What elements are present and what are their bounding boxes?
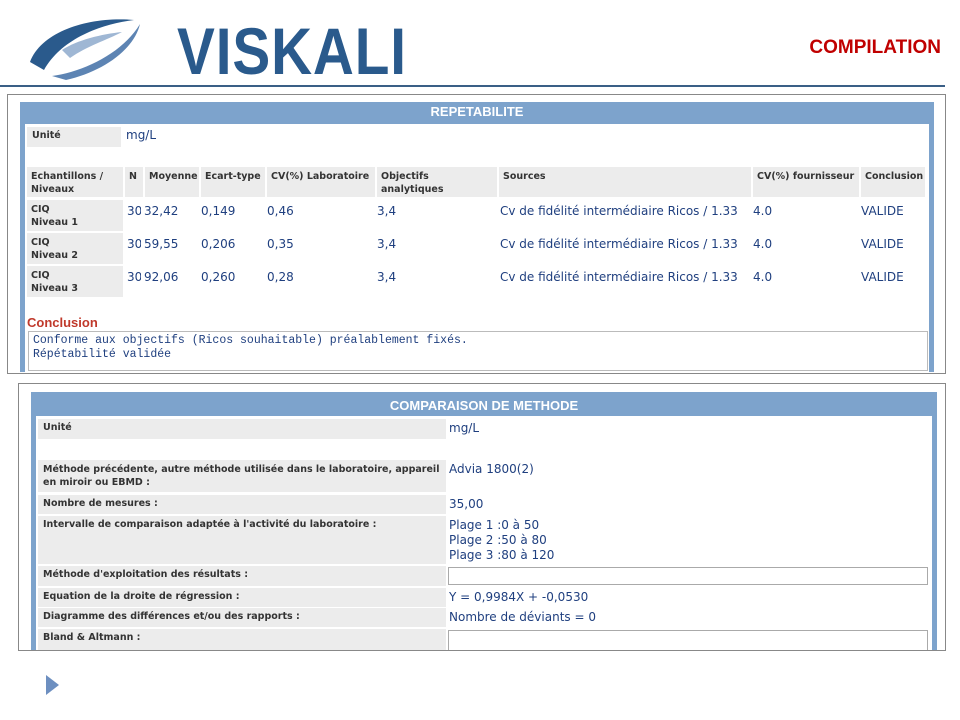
next-slide-arrow-icon[interactable] — [46, 675, 59, 695]
bland-altmann-field[interactable] — [448, 630, 928, 650]
unit-value: mg/L — [446, 419, 926, 439]
row-sd: 0,260 — [198, 268, 264, 292]
row-mean: 92,06 — [141, 268, 199, 292]
unit-label: Unité — [27, 127, 121, 147]
row-source: Cv de fidélité intermédiaire Ricos / 1.3… — [497, 268, 753, 292]
bland-altmann-label: Bland & Altmann : — [38, 629, 446, 650]
row-cv-lab: 0,28 — [264, 268, 372, 292]
row-source: Cv de fidélité intermédiaire Ricos / 1.3… — [497, 202, 753, 226]
header-divider — [0, 85, 945, 87]
conclusion-label: Conclusion — [27, 315, 98, 330]
col-header-cv-supplier: CV(%) fournisseur — [753, 167, 859, 197]
row-objective: 3,4 — [374, 202, 494, 226]
row-conclusion: VALIDE — [858, 202, 922, 226]
col-header-sources: Sources — [499, 167, 751, 197]
col-header-samples: Echantillons / Niveaux — [27, 167, 123, 197]
interval-range: Plage 2 :50 à 80 — [449, 533, 547, 547]
col-header-cv-lab: CV(%) Laboratoire — [267, 167, 375, 197]
differences-diagram-value: Nombre de déviants = 0 — [446, 608, 926, 627]
conclusion-line: Conforme aux objectifs (Ricos souhaitabl… — [33, 334, 468, 347]
row-mean: 32,42 — [141, 202, 199, 226]
comparison-interval-label: Intervalle de comparaison adaptée à l'ac… — [38, 516, 446, 564]
row-conclusion: VALIDE — [858, 235, 922, 259]
comparison-interval-value: Plage 1 :0 à 50 Plage 2 :50 à 80 Plage 3… — [446, 516, 926, 564]
col-header-n: N — [125, 167, 143, 197]
exploitation-method-label: Méthode d'exploitation des résultats : — [38, 566, 446, 586]
row-cv-supplier: 4.0 — [750, 202, 856, 226]
regression-equation-label: Equation de la droite de régression : — [38, 588, 446, 607]
row-sample-cell: CIQ Niveau 1 — [27, 200, 123, 231]
interval-range: Plage 3 :80 à 120 — [449, 548, 555, 562]
row-cv-supplier: 4.0 — [750, 268, 856, 292]
interval-range: Plage 1 :0 à 50 — [449, 518, 540, 532]
repetabilite-panel: REPETABILITE Unité mg/L Echantillons / N… — [7, 94, 946, 374]
logo-text: VISKALI — [177, 14, 407, 88]
row-objective: 3,4 — [374, 235, 494, 259]
row-objective: 3,4 — [374, 268, 494, 292]
slide-header: VISKALI COMPILATION — [0, 0, 960, 87]
row-source: Cv de fidélité intermédiaire Ricos / 1.3… — [497, 235, 753, 259]
measures-count-label: Nombre de mesures : — [38, 495, 446, 514]
unit-label: Unité — [38, 419, 446, 439]
row-cv-lab: 0,35 — [264, 235, 372, 259]
row-sample-cell: CIQ Niveau 2 — [27, 233, 123, 264]
row-mean: 59,55 — [141, 235, 199, 259]
viskali-logo: VISKALI — [22, 10, 406, 87]
row-conclusion: VALIDE — [858, 268, 922, 292]
row-cv-lab: 0,46 — [264, 202, 372, 226]
comparaison-panel: COMPARAISON DE METHODE Unité mg/L Méthod… — [18, 383, 946, 651]
col-header-objectives: Objectifs analytiques — [377, 167, 497, 197]
conclusion-line: Répétabilité validée — [33, 348, 172, 361]
regression-equation-value: Y = 0,9984X + -0,0530 — [446, 588, 926, 607]
page-title: COMPILATION — [809, 37, 941, 58]
measures-count-value: 35,00 — [446, 495, 926, 514]
previous-method-value: Advia 1800(2) — [446, 460, 926, 484]
unit-value: mg/L — [123, 126, 923, 146]
exploitation-method-field[interactable] — [448, 567, 928, 585]
col-header-sd: Ecart-type — [201, 167, 265, 197]
conclusion-textarea[interactable]: Conforme aux objectifs (Ricos souhaitabl… — [28, 331, 928, 371]
row-sample-cell: CIQ Niveau 3 — [27, 266, 123, 297]
row-sd: 0,206 — [198, 235, 264, 259]
previous-method-label: Méthode précédente, autre méthode utilis… — [38, 460, 446, 492]
row-cv-supplier: 4.0 — [750, 235, 856, 259]
comparaison-title: COMPARAISON DE METHODE — [389, 398, 579, 413]
logo-swoosh-icon — [30, 19, 140, 80]
col-header-mean: Moyenne — [145, 167, 199, 197]
repetabilite-title: REPETABILITE — [430, 104, 524, 119]
row-sd: 0,149 — [198, 202, 264, 226]
col-header-conclusion: Conclusion — [861, 167, 925, 197]
differences-diagram-label: Diagramme des différences et/ou des rapp… — [38, 608, 446, 627]
